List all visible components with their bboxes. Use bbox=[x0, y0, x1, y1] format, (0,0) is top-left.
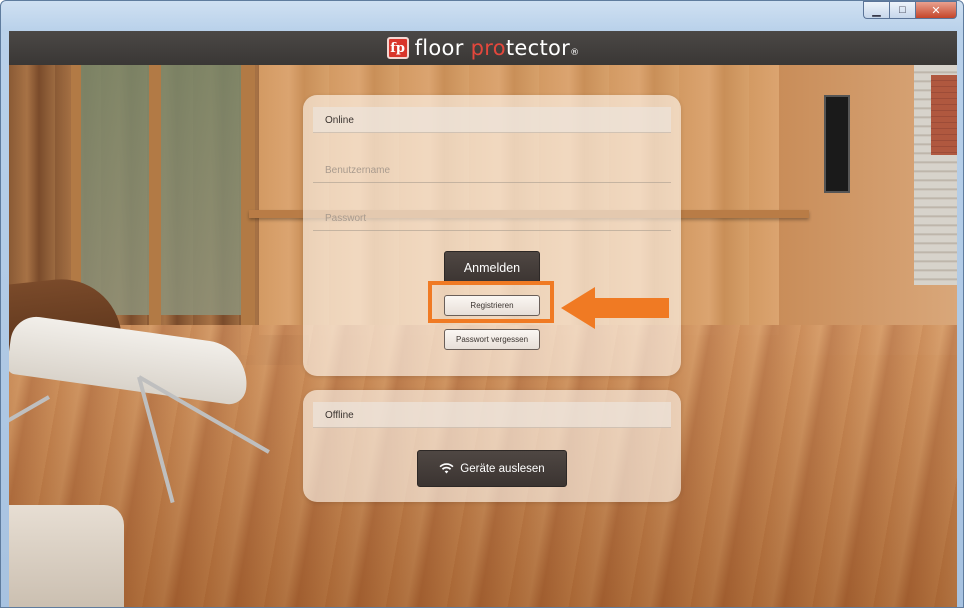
logo-icon: fp bbox=[386, 37, 409, 59]
brand-name: floor protector® bbox=[415, 36, 580, 60]
app-window: ▁ □ ✕ fp floor protector® Online Benutze… bbox=[0, 0, 964, 608]
read-devices-label: Geräte auslesen bbox=[460, 462, 545, 475]
tv-screen bbox=[824, 95, 850, 193]
arrow-left-icon bbox=[561, 287, 669, 329]
sofa bbox=[9, 505, 124, 607]
offline-panel: Offline Geräte auslesen bbox=[303, 390, 681, 502]
window-controls: ▁ □ ✕ bbox=[863, 1, 957, 21]
brand-mark: ® bbox=[570, 48, 580, 58]
login-button[interactable]: Anmelden bbox=[444, 251, 540, 285]
username-input[interactable] bbox=[313, 149, 671, 182]
brand-part1: floor bbox=[414, 36, 471, 60]
register-highlight-box bbox=[428, 281, 554, 323]
online-panel: Online Anmelden Registrieren Passwort ve… bbox=[303, 95, 681, 376]
online-header: Online bbox=[313, 107, 671, 133]
username-field bbox=[313, 149, 671, 183]
minimize-button[interactable]: ▁ bbox=[863, 1, 889, 19]
wifi-icon bbox=[439, 463, 454, 474]
brand-part2: tector bbox=[505, 36, 571, 60]
offline-header: Offline bbox=[313, 402, 671, 428]
header-bar: fp floor protector® bbox=[9, 31, 957, 65]
maximize-button[interactable]: □ bbox=[889, 1, 915, 19]
app-content: fp floor protector® Online Benutzername … bbox=[9, 31, 957, 607]
close-button[interactable]: ✕ bbox=[915, 1, 957, 19]
password-input[interactable] bbox=[313, 197, 671, 230]
forgot-password-button[interactable]: Passwort vergessen bbox=[444, 329, 540, 350]
brand-highlight: pro bbox=[470, 36, 506, 60]
read-devices-button[interactable]: Geräte auslesen bbox=[417, 450, 567, 487]
password-field bbox=[313, 197, 671, 231]
